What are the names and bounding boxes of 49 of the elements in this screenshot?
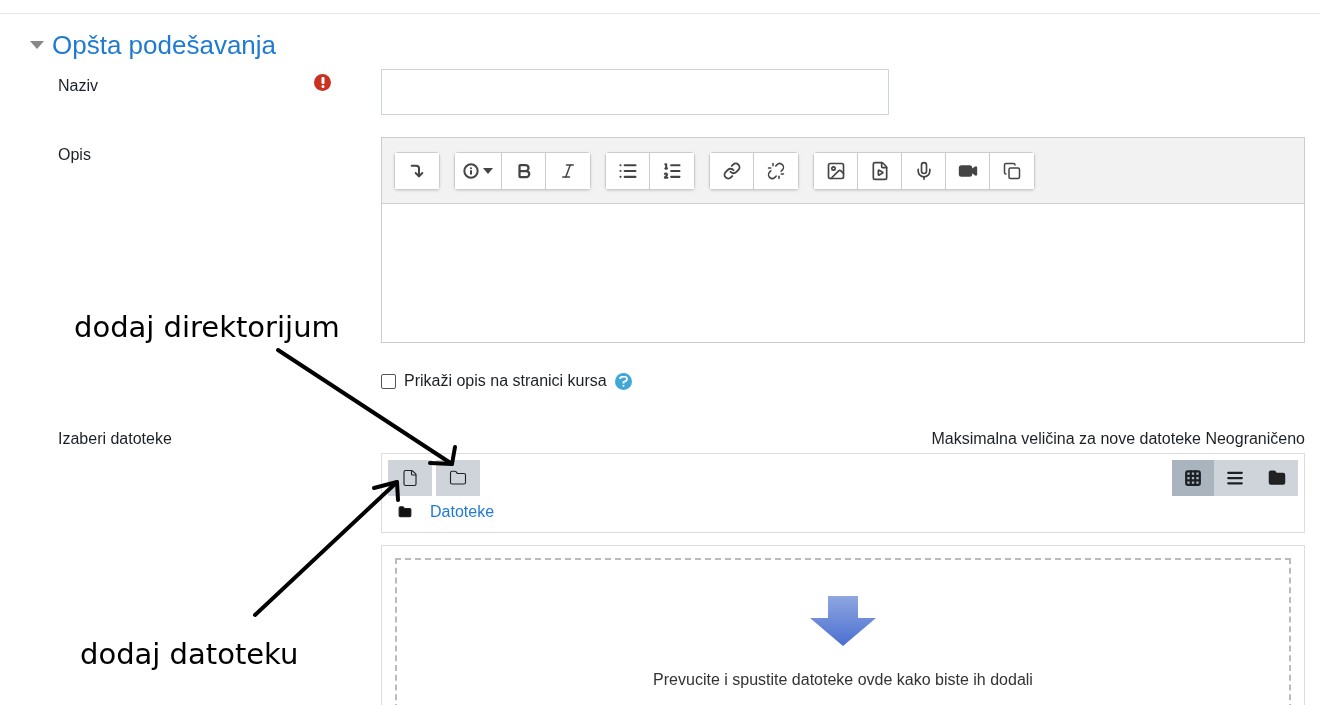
image-button[interactable] (814, 152, 858, 189)
add-file-button[interactable] (388, 460, 432, 496)
path-link[interactable]: Datoteke (430, 500, 495, 524)
drop-hint-text: Prevucite i spustite datoteke ovde kako biste ih dodali (653, 670, 1033, 690)
unlink-button[interactable] (754, 152, 798, 189)
italic-icon (559, 161, 577, 180)
field-label: Naziv (58, 76, 98, 96)
view-toggle-button[interactable] (1172, 460, 1214, 496)
file-icon (401, 469, 419, 487)
media-button[interactable] (858, 152, 902, 189)
name-input-field[interactable] (381, 69, 889, 115)
max-size-text: Maksimalna veličina za nove datoteke Neograničeno (931, 429, 1305, 449)
add-folder-button[interactable] (436, 460, 480, 496)
grid-view-icon (1184, 469, 1202, 487)
broken-link-icon (767, 161, 785, 180)
copy-button[interactable] (990, 152, 1034, 189)
view-toggle-button[interactable] (1214, 460, 1256, 496)
collapse-caret-icon[interactable] (30, 40, 44, 51)
numbered-list-button[interactable] (650, 152, 694, 189)
folder-icon (449, 469, 467, 487)
checkbox[interactable] (381, 373, 396, 389)
annotation-label: dodaj direktorijum (74, 309, 340, 346)
caret-icon (483, 167, 493, 174)
bold-button[interactable] (502, 152, 546, 189)
list-view-icon (1226, 469, 1244, 487)
folder-view-icon (1268, 469, 1286, 487)
corner-arrow-icon (409, 162, 425, 179)
section-heading[interactable]: Opšta podešavanja (52, 26, 277, 65)
paragraph-style-button[interactable] (455, 152, 502, 189)
copy-icon (1003, 161, 1021, 180)
microphone-button[interactable] (902, 152, 946, 189)
toolbar-toggle-button[interactable] (395, 152, 439, 189)
link-button[interactable] (710, 152, 754, 189)
italic-button[interactable] (546, 152, 590, 189)
field-label: Izaberi datoteke (58, 430, 172, 447)
help-icon[interactable] (614, 372, 632, 390)
info-icon (463, 162, 479, 179)
annotation-label: dodaj datoteku (80, 636, 299, 673)
view-toggle-button[interactable] (1256, 460, 1298, 496)
down-arrow-icon (810, 596, 876, 646)
image-icon (825, 160, 846, 181)
field-label: Opis (58, 146, 91, 163)
folder-icon (398, 505, 412, 519)
link-icon (722, 161, 741, 180)
drop-zone[interactable]: Prevucite i spustite datoteke ovde kako biste ih dodali (381, 545, 1305, 705)
checkbox-label[interactable]: Prikaži opis na stranici kursa (404, 369, 607, 393)
bullet-list-button[interactable] (606, 152, 650, 189)
video-button[interactable] (946, 152, 990, 189)
numbered-list-icon (662, 160, 682, 181)
